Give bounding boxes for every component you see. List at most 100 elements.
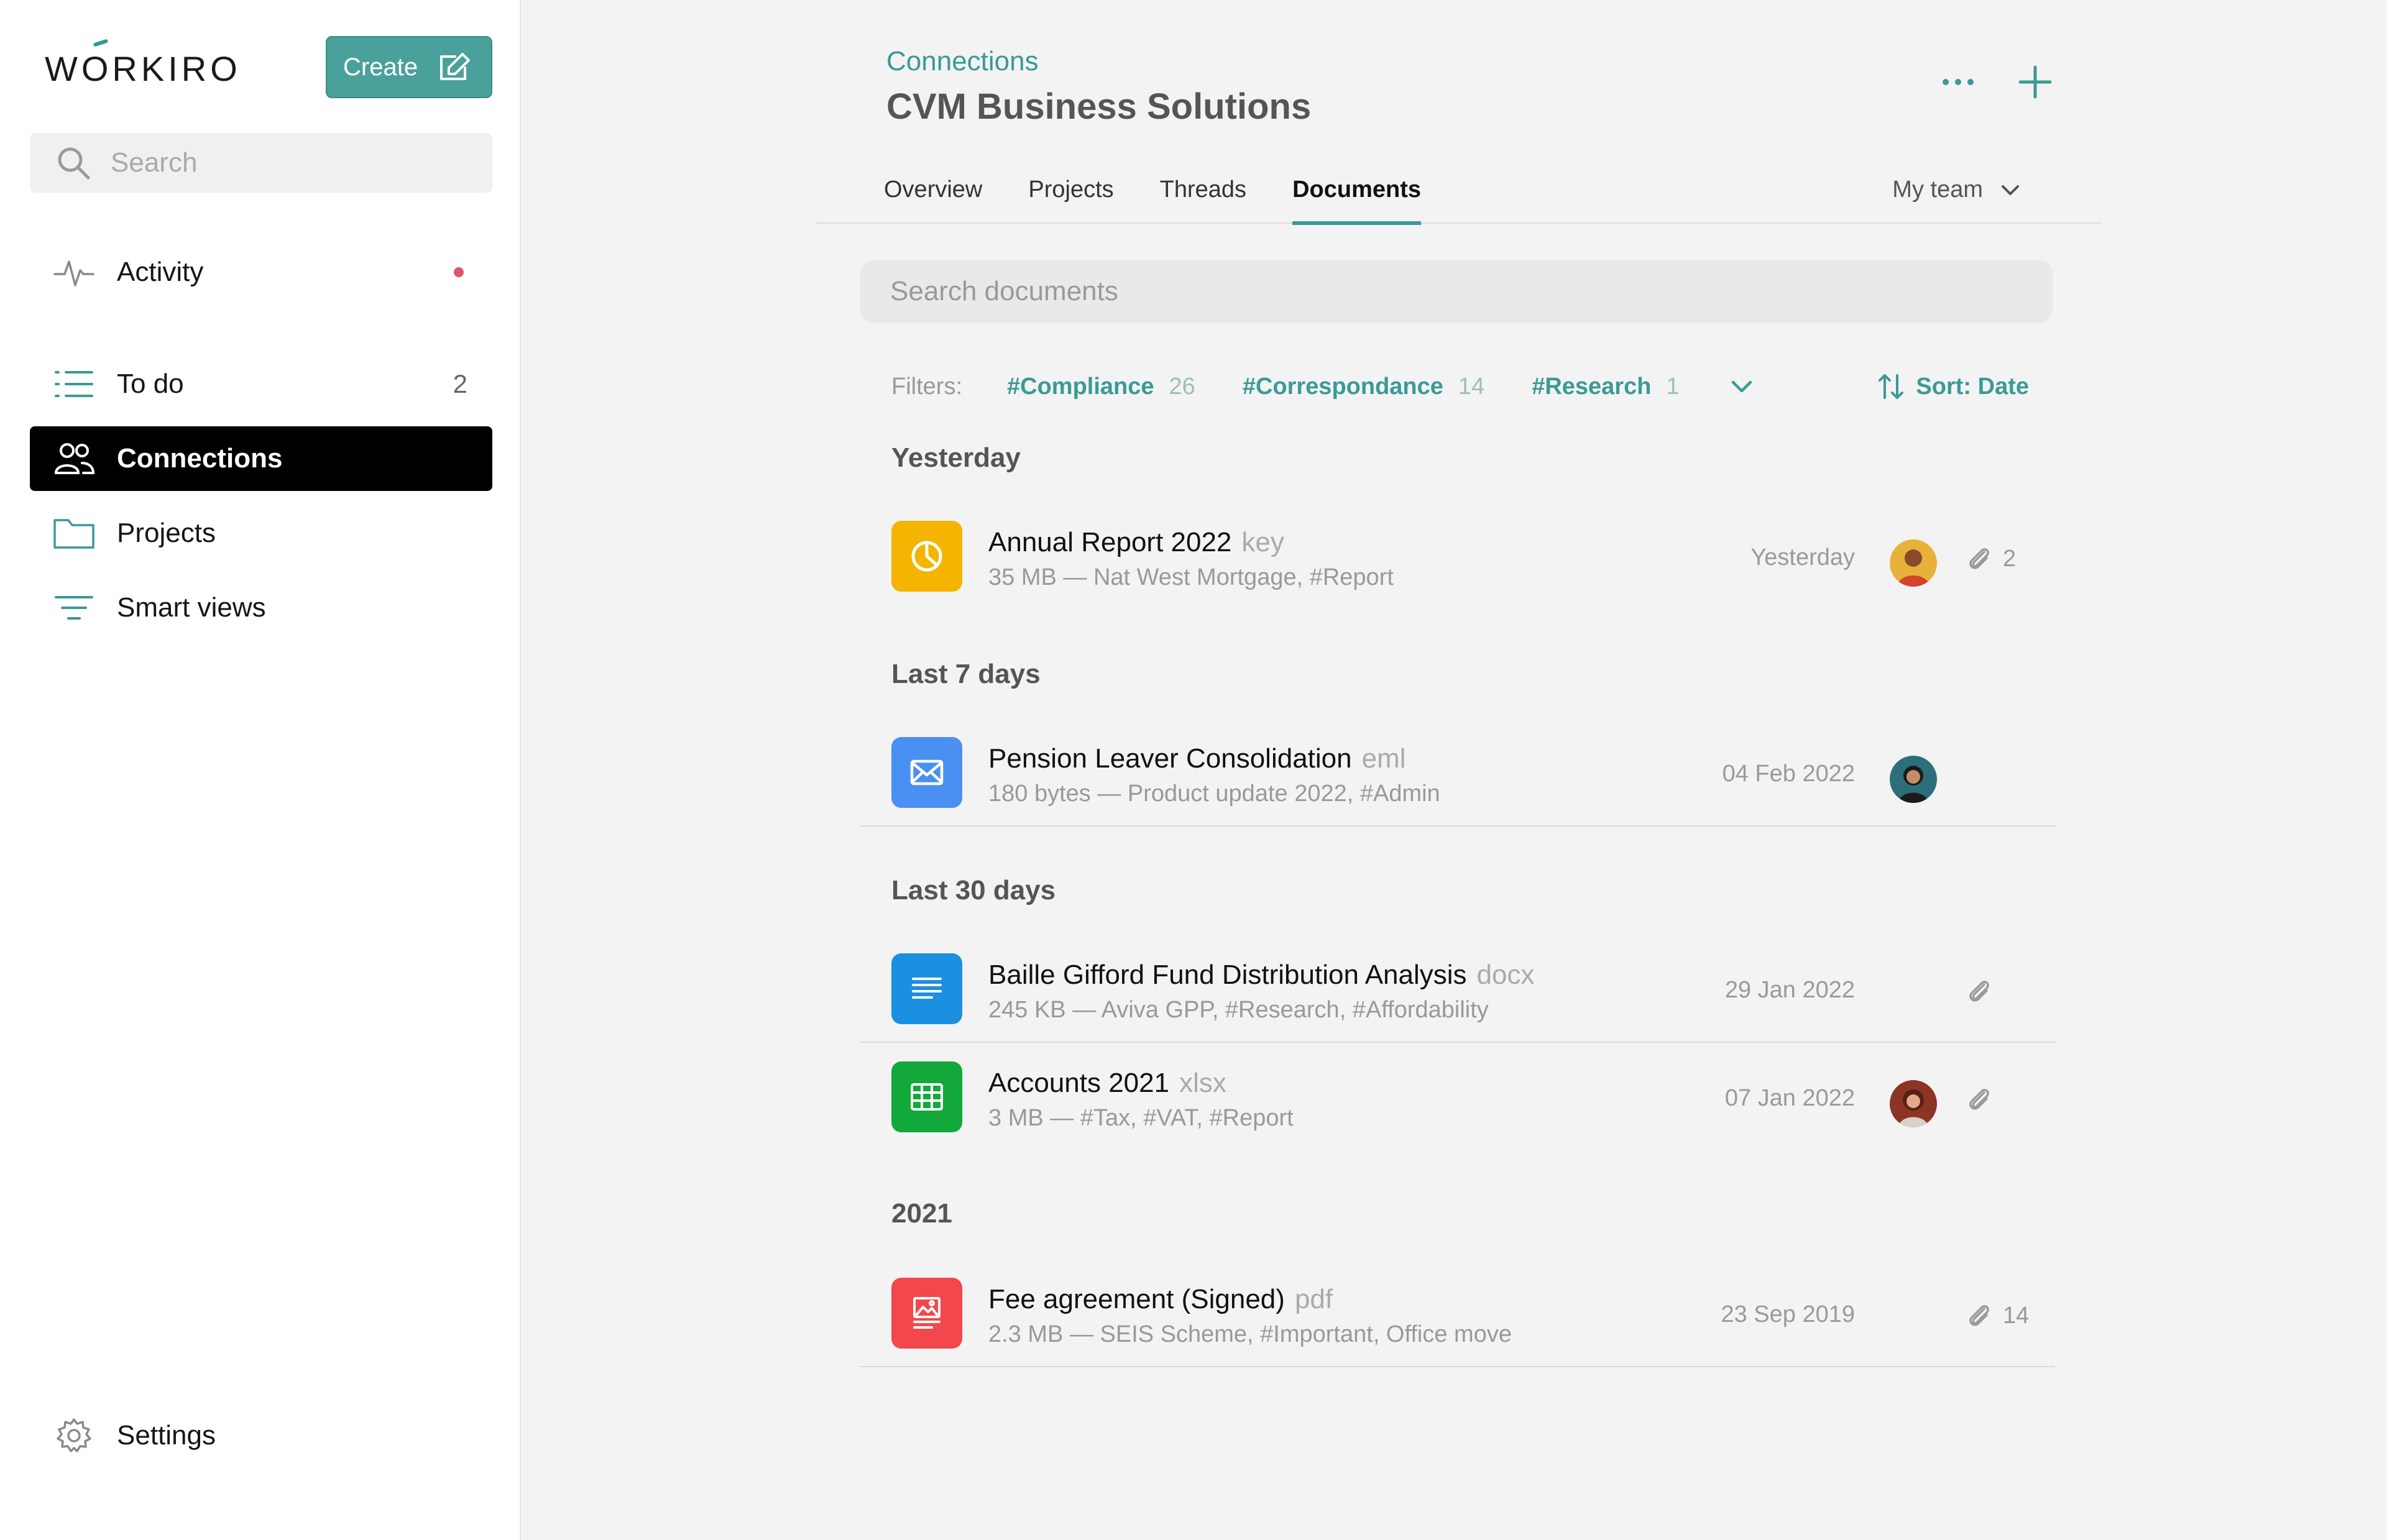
attachments[interactable]: 2 bbox=[1966, 544, 2016, 573]
document-extension: xlsx bbox=[1179, 1068, 1226, 1098]
person-avatar-icon bbox=[1890, 756, 1937, 803]
sidebar-search-input[interactable] bbox=[111, 147, 459, 178]
attachment-count: 14 bbox=[2003, 1302, 2030, 1329]
document-type-icon bbox=[891, 521, 962, 592]
filter-chip-research[interactable]: #Research bbox=[1532, 374, 1651, 400]
person-avatar-icon bbox=[1890, 1080, 1937, 1127]
tab-threads[interactable]: Threads bbox=[1160, 168, 1246, 224]
document-extension: docx bbox=[1476, 960, 1535, 990]
sidebar-item-label: To do bbox=[117, 369, 184, 399]
document-date: 04 Feb 2022 bbox=[1722, 761, 1855, 787]
document-name: Annual Report 2022 key bbox=[988, 527, 1284, 558]
document-title: Accounts 2021 bbox=[988, 1068, 1170, 1098]
sidebar: WORKIRO Create Activity To do 2 bbox=[0, 0, 521, 1540]
tab-projects[interactable]: Projects bbox=[1028, 168, 1113, 224]
document-search[interactable] bbox=[860, 260, 2053, 323]
search-icon bbox=[58, 147, 90, 180]
paperclip-icon bbox=[1969, 548, 1989, 569]
attachments[interactable] bbox=[1966, 1085, 2003, 1114]
sidebar-item-projects[interactable]: Projects bbox=[30, 501, 492, 566]
sidebar-item-todo[interactable]: To do 2 bbox=[30, 352, 492, 416]
sort-label: Sort: Date bbox=[1916, 373, 2029, 400]
document-name: Accounts 2021 xlsx bbox=[988, 1068, 1226, 1099]
paperclip-icon bbox=[1969, 1305, 1989, 1326]
todo-count: 2 bbox=[453, 369, 467, 398]
attachments[interactable]: 14 bbox=[1966, 1301, 2029, 1330]
document-name: Baille Gifford Fund Distribution Analysi… bbox=[988, 960, 1535, 991]
image-document-icon bbox=[913, 1297, 941, 1329]
spreadsheet-icon bbox=[911, 1083, 943, 1111]
attachment-count: 2 bbox=[2003, 545, 2017, 572]
document-search-input[interactable] bbox=[890, 276, 2009, 307]
more-options-icon[interactable] bbox=[1938, 62, 1978, 102]
tab-bar: Overview Projects Threads Documents My t… bbox=[817, 168, 2101, 225]
document-date: Yesterday bbox=[1750, 544, 1855, 571]
people-icon bbox=[54, 443, 95, 474]
logo-accent bbox=[93, 39, 109, 47]
sort-icon bbox=[1879, 374, 1904, 399]
section-title: Last 30 days bbox=[891, 875, 1056, 905]
breadcrumb[interactable]: Connections bbox=[886, 46, 1039, 77]
sidebar-item-smart-views[interactable]: Smart views bbox=[30, 575, 492, 640]
paperclip-icon bbox=[1969, 1089, 1989, 1110]
chevron-down-icon[interactable] bbox=[1729, 378, 1754, 395]
page-title: CVM Business Solutions bbox=[886, 86, 1312, 127]
folder-icon bbox=[53, 519, 94, 549]
tab-documents[interactable]: Documents bbox=[1292, 168, 1421, 225]
document-row[interactable]: Accounts 2021 xlsx 3 MB — #Tax, #VAT, #Re… bbox=[860, 1043, 2055, 1151]
attachments[interactable] bbox=[1966, 977, 2003, 1006]
team-select[interactable]: My team bbox=[1892, 176, 2020, 203]
document-meta: 35 MB — Nat West Mortgage, #Report bbox=[988, 564, 1394, 590]
chevron-down-icon bbox=[2002, 185, 2019, 195]
create-button[interactable]: Create bbox=[326, 36, 492, 98]
person-avatar-icon bbox=[1890, 539, 1937, 587]
document-date: 23 Sep 2019 bbox=[1721, 1301, 1855, 1327]
document-meta: 2.3 MB — SEIS Scheme, #Important, Office… bbox=[988, 1321, 1512, 1347]
section-title: Last 7 days bbox=[891, 659, 1041, 689]
document-date: 29 Jan 2022 bbox=[1724, 977, 1855, 1003]
avatar[interactable] bbox=[1890, 539, 1937, 587]
sidebar-item-connections[interactable]: Connections bbox=[30, 426, 492, 491]
sidebar-search[interactable] bbox=[30, 133, 492, 193]
main-content: Connections CVM Business Solutions Overv… bbox=[521, 0, 2387, 1540]
document-row[interactable]: Pension Leaver Consolidation eml 180 byte… bbox=[860, 718, 2055, 827]
sort-button[interactable]: Sort: Date bbox=[1876, 372, 2029, 401]
document-name: Fee agreement (Signed) pdf bbox=[988, 1284, 1333, 1315]
pie-chart-icon bbox=[911, 541, 942, 572]
filter-count: 1 bbox=[1666, 373, 1680, 400]
filter-count: 14 bbox=[1458, 373, 1485, 400]
document-type-icon bbox=[891, 1278, 962, 1349]
document-name: Pension Leaver Consolidation eml bbox=[988, 743, 1406, 774]
document-row[interactable]: Fee agreement (Signed) pdf 2.3 MB — SEIS … bbox=[860, 1259, 2055, 1367]
sidebar-item-label: Settings bbox=[117, 1420, 216, 1451]
filter-chip-correspondance[interactable]: #Correspondance bbox=[1243, 374, 1443, 400]
avatar[interactable] bbox=[1890, 1080, 1937, 1127]
document-type-icon bbox=[891, 1061, 962, 1132]
sidebar-item-activity[interactable]: Activity bbox=[30, 240, 492, 305]
filters-label: Filters: bbox=[891, 373, 962, 400]
header-actions bbox=[1938, 62, 2055, 102]
paperclip-icon bbox=[1969, 981, 1989, 1002]
compose-icon bbox=[440, 53, 471, 80]
logo-text: WORKIRO bbox=[45, 49, 241, 88]
document-meta: 245 KB — Aviva GPP, #Research, #Affordab… bbox=[988, 997, 1489, 1023]
document-extension: key bbox=[1241, 527, 1284, 557]
document-row[interactable]: Baille Gifford Fund Distribution Analysi… bbox=[860, 935, 2055, 1043]
team-select-value: My team bbox=[1892, 176, 1983, 203]
sidebar-item-label: Projects bbox=[117, 518, 216, 548]
create-button-label: Create bbox=[343, 53, 418, 81]
document-extension: pdf bbox=[1294, 1284, 1333, 1314]
sidebar-item-label: Connections bbox=[117, 443, 283, 474]
document-row[interactable]: Annual Report 2022 key 35 MB — Nat West M… bbox=[860, 502, 2055, 610]
filter-count: 26 bbox=[1169, 373, 1195, 400]
sidebar-item-settings[interactable]: Settings bbox=[30, 1403, 492, 1468]
workiro-logo[interactable]: WORKIRO bbox=[45, 39, 241, 89]
document-title: Baille Gifford Fund Distribution Analysi… bbox=[988, 960, 1467, 990]
tab-overview[interactable]: Overview bbox=[884, 168, 982, 224]
document-title: Fee agreement (Signed) bbox=[988, 1284, 1285, 1314]
add-icon[interactable] bbox=[2015, 62, 2055, 102]
document-meta: 180 bytes — Product update 2022, #Admin bbox=[988, 781, 1440, 807]
list-icon bbox=[55, 371, 93, 397]
avatar[interactable] bbox=[1890, 756, 1937, 803]
filter-chip-compliance[interactable]: #Compliance bbox=[1007, 374, 1154, 400]
